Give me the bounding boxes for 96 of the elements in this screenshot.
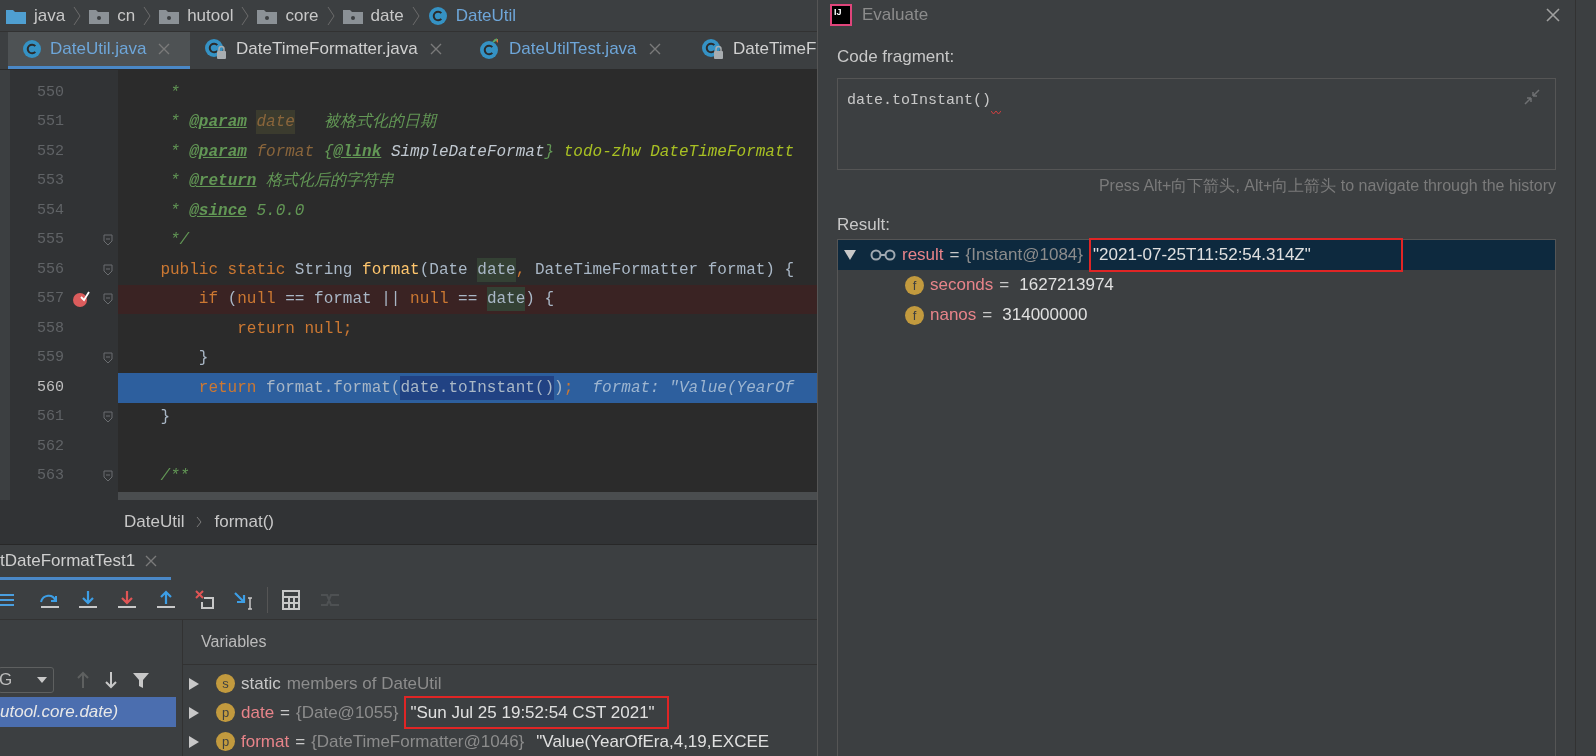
app-logo: IJ xyxy=(830,4,852,26)
breadcrumb-item[interactable]: java xyxy=(34,2,66,29)
variable-name: static xyxy=(241,672,281,695)
package-icon xyxy=(257,7,278,24)
code-fragment-label: Code fragment: xyxy=(837,46,956,68)
navigation-item[interactable]: DateUtil xyxy=(124,509,185,535)
field-badge: p xyxy=(216,703,235,722)
test-class-icon xyxy=(479,38,501,60)
variable-value: "2021-07-25T11:52:54.314Z" xyxy=(1089,238,1403,272)
breadcrumb-item[interactable]: DateUtil xyxy=(455,2,517,29)
code-line: } xyxy=(197,348,210,370)
code-line: /** xyxy=(159,466,191,488)
close-icon[interactable] xyxy=(145,555,158,567)
code-line: * @param date 被格式化的日期 xyxy=(118,107,817,137)
step-out-icon[interactable] xyxy=(156,589,176,610)
code-line: * @since 5.0.0 xyxy=(169,200,306,222)
variable-value: "Sun Jul 25 19:52:54 CST 2021" xyxy=(404,695,669,730)
breadcrumb-item[interactable]: date xyxy=(370,2,404,29)
chevron-icon xyxy=(241,5,250,26)
equals-sign: = xyxy=(999,274,1010,297)
variable-name: format xyxy=(241,730,290,753)
code-line: * xyxy=(169,82,181,104)
editor-tab[interactable]: DateTimeFormatter.java xyxy=(190,32,465,69)
package-icon xyxy=(89,7,110,24)
variable-value: 1627213974 xyxy=(1018,274,1115,297)
close-icon[interactable] xyxy=(648,43,661,55)
close-icon[interactable] xyxy=(429,43,442,55)
editor-tab[interactable]: DateUtilTest.java xyxy=(465,32,687,69)
collapsed-triangle-icon[interactable] xyxy=(188,677,200,690)
field-badge: f xyxy=(905,305,924,325)
equals-sign: = xyxy=(295,730,306,753)
breadcrumb-item[interactable]: hutool xyxy=(187,2,234,29)
line-number: 560 xyxy=(36,377,64,398)
collapsed-triangle-icon[interactable] xyxy=(188,735,200,748)
force-step-into-icon[interactable] xyxy=(117,589,137,610)
code-line: * @param format {@link SimpleDateFormat} todo-zhw DateTimeFormatt xyxy=(169,141,796,163)
variables-header: Variables xyxy=(201,632,267,652)
equals-sign: = xyxy=(280,701,291,724)
editor-tab[interactable]: DateTimeF xyxy=(687,32,817,69)
down-arrow-icon[interactable] xyxy=(104,671,118,689)
tree-row[interactable]: f seconds = 1627213974 xyxy=(838,270,1555,300)
close-icon[interactable] xyxy=(1545,7,1561,23)
code-line: public static String format(Date date, DateTimeFormatter format) { xyxy=(118,255,817,285)
chevron-icon xyxy=(196,516,203,528)
breadcrumb-item[interactable]: cn xyxy=(117,2,136,29)
stack-frame-item[interactable]: utool.core.date) xyxy=(0,697,176,727)
variable-type: members of DateUtil xyxy=(286,672,442,695)
chevron-icon xyxy=(73,5,82,26)
code-line: return null; xyxy=(236,318,354,340)
equals-sign: = xyxy=(982,304,993,327)
horizontal-scrollbar[interactable] xyxy=(118,492,817,500)
breadcrumb-item[interactable]: core xyxy=(285,2,319,29)
navigation-item[interactable]: format() xyxy=(214,509,274,535)
package-icon xyxy=(159,7,180,24)
error-squiggle-icon xyxy=(991,110,1002,115)
field-badge: s xyxy=(216,674,235,693)
glasses-icon xyxy=(870,249,896,261)
code-fragment-text: date.toInstant() xyxy=(847,91,992,109)
variable-name: result xyxy=(902,244,944,267)
chevron-icon xyxy=(326,5,335,26)
step-into-icon[interactable] xyxy=(78,589,98,610)
folder-icon xyxy=(6,7,26,24)
code-line: */ xyxy=(169,230,191,252)
thread-dropdown[interactable]: G xyxy=(0,667,54,693)
expanded-triangle-icon[interactable] xyxy=(844,249,856,261)
variable-type: {Date@1055} xyxy=(296,701,399,724)
chevron-icon xyxy=(411,5,420,26)
variable-name: seconds xyxy=(930,274,994,297)
variable-name: date xyxy=(241,701,275,724)
class-icon xyxy=(701,38,725,60)
variable-name: nanos xyxy=(930,304,977,327)
tree-row[interactable]: result = {Instant@1084} "2021-07-25T11:52:54.314Z" xyxy=(838,240,1555,270)
variable-value: 314000000 xyxy=(1001,304,1089,327)
dialog-title: Evaluate xyxy=(862,4,930,27)
calculator-icon[interactable] xyxy=(281,589,301,610)
class-icon xyxy=(22,39,42,59)
run-to-cursor-icon[interactable] xyxy=(234,589,254,610)
equals-sign: = xyxy=(949,244,960,267)
code-line: } xyxy=(159,407,171,429)
field-badge: p xyxy=(216,732,235,751)
variable-type: {Instant@1084} xyxy=(965,244,1083,267)
class-icon xyxy=(427,5,448,26)
package-icon xyxy=(342,7,363,24)
field-badge: f xyxy=(905,275,924,295)
chevron-icon xyxy=(143,5,152,26)
collapsed-triangle-icon[interactable] xyxy=(188,706,200,719)
drop-frame-icon[interactable] xyxy=(195,589,215,610)
variable-value: "Value(YearOfEra,4,19,EXCEE xyxy=(535,730,771,753)
class-icon xyxy=(204,38,228,60)
result-label: Result: xyxy=(837,213,891,236)
code-line: * @return 格式化后的字符串 xyxy=(169,170,396,193)
caret-icon xyxy=(37,677,47,683)
tree-row[interactable]: f nanos = 314000000 xyxy=(838,300,1555,330)
code-fragment-field[interactable]: date.toInstant() xyxy=(837,77,1556,170)
variable-type: {DateTimeFormatter@1046} xyxy=(311,730,525,753)
filter-icon[interactable] xyxy=(132,671,150,689)
